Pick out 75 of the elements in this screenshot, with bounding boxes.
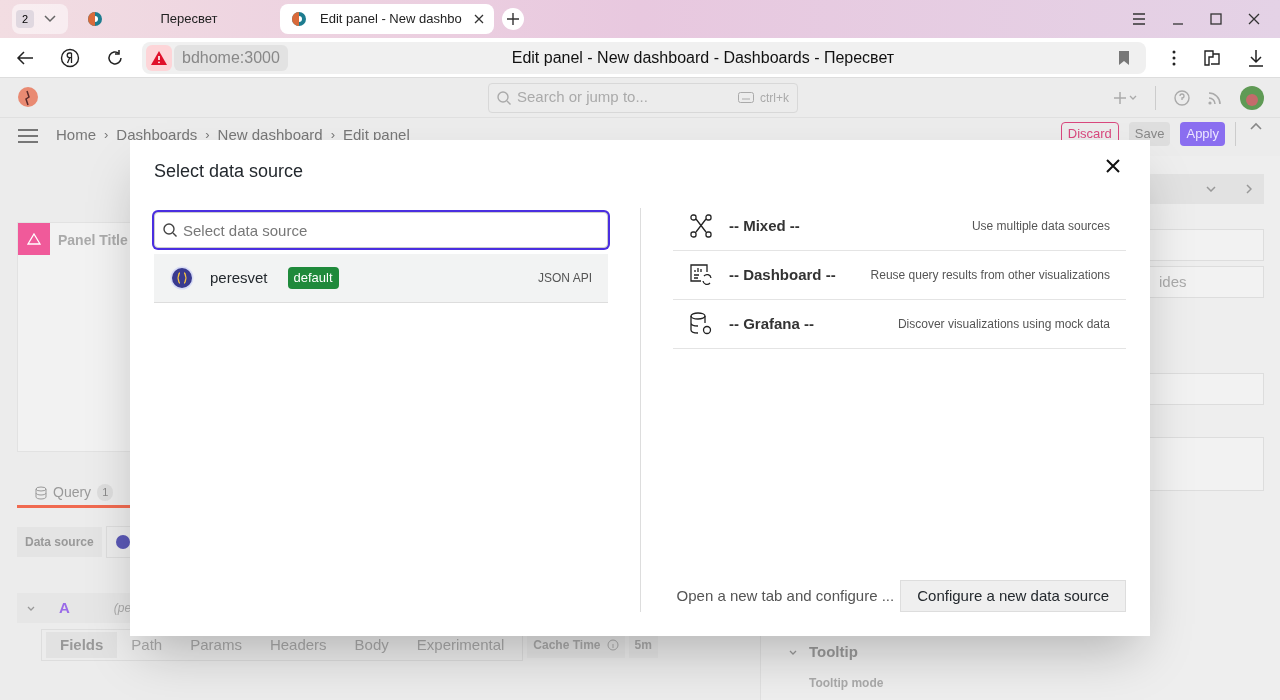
query-subtab[interactable]: Fields	[46, 632, 118, 658]
breadcrumb-separator: ›	[205, 126, 210, 145]
footer-text: Open a new tab and configure ...	[676, 585, 895, 606]
bookmark-icon[interactable]	[1118, 49, 1130, 66]
section-header[interactable]: Tooltip	[809, 641, 858, 664]
app-logo-icon[interactable]	[16, 85, 40, 110]
avatar-icon[interactable]	[1240, 85, 1264, 110]
chevron-right-icon	[1246, 184, 1252, 194]
close-icon[interactable]	[1106, 159, 1120, 173]
query-source: (pe	[113, 600, 132, 617]
data-source-icon	[114, 534, 131, 550]
page-title: Edit panel - New dashboard - Dashboards - Пересвет	[510, 47, 896, 68]
data-source-name: -- Dashboard --	[729, 264, 836, 285]
query-subtab[interactable]: Headers	[255, 632, 341, 658]
query-subtab[interactable]: Experimental	[402, 632, 519, 658]
breadcrumb-separator: ›	[104, 126, 109, 145]
keyboard-icon	[738, 92, 754, 103]
panel-title: Panel Title	[58, 231, 128, 250]
more-icon[interactable]	[1172, 49, 1176, 66]
warning-icon	[151, 50, 167, 65]
configure-button[interactable]: Configure a new data source	[900, 580, 1126, 612]
search-field[interactable]: Search or jump to... ctrl+k	[488, 82, 798, 113]
query-ref: A	[59, 597, 70, 618]
toolbar-button[interactable]: Apply	[1180, 122, 1225, 146]
warning-button[interactable]	[146, 44, 172, 71]
browser-tab[interactable]: Edit panel - New dashbo	[280, 4, 494, 34]
data-source-item[interactable]: -- Grafana -- Discover visualizations using mock data	[673, 300, 1126, 349]
browser-logo-icon[interactable]	[60, 47, 80, 68]
back-icon[interactable]	[16, 49, 34, 66]
query-subtab[interactable]: Path	[117, 632, 177, 658]
json-icon	[170, 266, 194, 290]
data-source-description: Discover visualizations using mock data	[897, 316, 1110, 333]
modal-title: Select data source	[154, 159, 304, 183]
data-source-name: -- Grafana --	[729, 313, 814, 334]
data-source-description: Reuse query results from other visualizations	[870, 267, 1110, 284]
url-text[interactable]: bdhome:3000	[174, 44, 288, 71]
field-label: Tooltip mode	[809, 674, 885, 692]
breadcrumb-link[interactable]: Home	[56, 123, 96, 147]
network-icon	[689, 214, 713, 238]
close-icon[interactable]	[473, 14, 484, 24]
chart-refresh-icon	[689, 263, 713, 287]
collapse-icon[interactable]	[1250, 122, 1262, 130]
new-tab-icon[interactable]	[501, 8, 524, 30]
query-subtab[interactable]: Params	[176, 632, 256, 658]
site-logo-icon	[86, 10, 104, 28]
field-label: Data source	[17, 527, 102, 557]
shortcut-hint: ctrl+k	[760, 89, 789, 107]
chevron-down-icon	[1206, 186, 1216, 192]
browser-tab[interactable]: Пересвет	[76, 4, 272, 34]
breadcrumb-separator: ›	[330, 126, 335, 145]
count-badge: 1	[97, 484, 114, 501]
data-source-description: Use multiple data sources	[971, 218, 1110, 235]
data-source-item[interactable]: -- Mixed -- Use multiple data sources	[673, 202, 1126, 251]
download-icon[interactable]	[1248, 48, 1264, 67]
data-source-item[interactable]: peresvet default JSON API	[154, 254, 608, 303]
data-source-name: peresvet	[210, 267, 268, 288]
search-icon	[163, 223, 177, 237]
reload-icon[interactable]	[106, 48, 124, 67]
maximize-icon[interactable]	[1210, 13, 1222, 25]
info-icon	[606, 639, 619, 651]
chevron-down-icon[interactable]	[44, 15, 56, 23]
menu-icon[interactable]	[18, 129, 38, 143]
database-icon	[35, 485, 47, 500]
default-badge: default	[287, 267, 339, 289]
site-logo-icon	[290, 10, 308, 28]
warning-icon	[27, 233, 41, 245]
query-subtab[interactable]: Body	[340, 632, 403, 658]
tab-count[interactable]: 2	[16, 10, 34, 28]
data-source-name: -- Mixed --	[729, 215, 800, 236]
search-icon	[497, 90, 511, 105]
close-icon[interactable]	[1248, 13, 1260, 25]
data-source-type: JSON API	[537, 270, 592, 287]
menu-icon[interactable]	[1132, 13, 1146, 25]
data-source-item[interactable]: -- Dashboard -- Reuse query results from other visualizations	[673, 251, 1126, 300]
search-field[interactable]: Select data source	[154, 212, 608, 248]
